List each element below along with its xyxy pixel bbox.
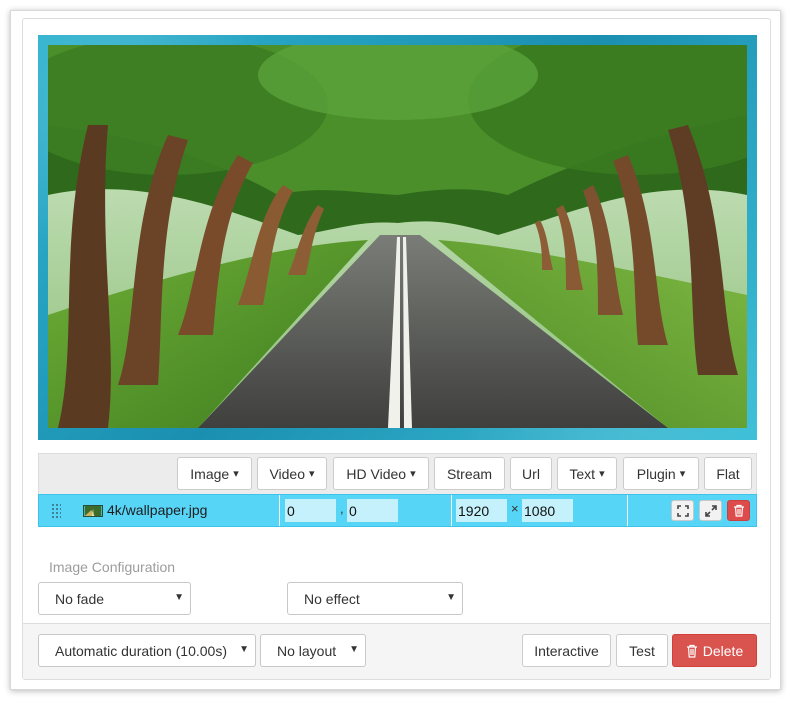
media-type-toolbar: Image ▾ Video ▾ HD Video ▾ Stream Url Te… <box>38 453 757 494</box>
chevron-down-icon: ▾ <box>679 468 686 480</box>
delete-label: Delete <box>702 642 744 659</box>
preview-image <box>48 45 747 428</box>
position-y-input[interactable] <box>347 499 398 522</box>
add-stream-button[interactable]: Stream <box>434 457 505 490</box>
add-flat-label: Flat <box>716 465 740 482</box>
coord-separator: , <box>340 501 344 516</box>
editor-footer: Automatic duration (10.00s) ▼ No layout … <box>23 623 770 679</box>
dropdown-arrow-icon: ▼ <box>174 592 184 603</box>
media-item-row[interactable]: 4k/wallpaper.jpg , × <box>38 494 757 527</box>
fit-button[interactable] <box>671 500 694 521</box>
expand-button[interactable] <box>699 500 722 521</box>
chevron-down-icon: ▾ <box>233 468 239 480</box>
chevron-down-icon: ▾ <box>599 468 605 480</box>
preview-frame <box>38 35 757 440</box>
chevron-down-icon: ▾ <box>410 468 416 480</box>
image-thumbnail-icon <box>83 505 103 517</box>
delete-button[interactable]: Delete <box>672 634 757 667</box>
layout-select-value: No layout <box>277 642 337 659</box>
add-plugin-label: Plugin <box>636 465 676 482</box>
interactive-button[interactable]: Interactive <box>522 634 611 667</box>
media-filename: 4k/wallpaper.jpg <box>107 502 208 518</box>
fit-icon <box>676 504 689 517</box>
add-hd-video-label: HD Video <box>346 465 407 482</box>
trash-icon <box>686 644 697 658</box>
position-x-input[interactable] <box>285 499 336 522</box>
add-text-button[interactable]: Text ▾ <box>557 457 617 490</box>
height-input[interactable] <box>522 499 573 522</box>
add-url-button[interactable]: Url <box>510 457 552 490</box>
drag-handle-icon[interactable] <box>51 503 61 519</box>
dropdown-arrow-icon: ▼ <box>349 644 359 655</box>
add-stream-label: Stream <box>446 465 493 482</box>
interactive-label: Interactive <box>534 642 599 659</box>
remove-item-button[interactable] <box>727 500 750 521</box>
add-plugin-button[interactable]: Plugin ▾ <box>623 457 699 490</box>
window: Image ▾ Video ▾ HD Video ▾ Stream Url Te… <box>10 10 781 690</box>
test-button[interactable]: Test <box>616 634 668 667</box>
size-separator: × <box>511 501 519 516</box>
duration-select-value: Automatic duration (10.00s) <box>55 642 227 659</box>
chevron-down-icon: ▾ <box>309 468 315 480</box>
dropdown-arrow-icon: ▼ <box>239 644 249 655</box>
width-input[interactable] <box>456 499 507 522</box>
duration-select[interactable]: Automatic duration (10.00s) ▼ <box>38 634 256 667</box>
media-editor-panel: Image ▾ Video ▾ HD Video ▾ Stream Url Te… <box>22 18 771 680</box>
trash-icon <box>733 504 744 517</box>
test-label: Test <box>629 642 655 659</box>
effect-select[interactable]: No effect ▼ <box>287 582 463 615</box>
add-image-button[interactable]: Image ▾ <box>177 457 252 490</box>
column-divider <box>627 495 628 526</box>
add-video-label: Video <box>269 465 306 482</box>
fade-select[interactable]: No fade ▼ <box>38 582 191 615</box>
column-divider <box>279 495 280 526</box>
add-text-label: Text <box>569 465 596 482</box>
add-hd-video-button[interactable]: HD Video ▾ <box>333 457 429 490</box>
layout-select[interactable]: No layout ▼ <box>260 634 366 667</box>
expand-icon <box>704 504 717 517</box>
add-image-label: Image <box>190 465 230 482</box>
add-url-label: Url <box>522 465 540 482</box>
dropdown-arrow-icon: ▼ <box>446 592 456 603</box>
fade-select-value: No fade <box>55 590 105 607</box>
effect-select-value: No effect <box>304 590 360 607</box>
column-divider <box>451 495 452 526</box>
add-flat-button[interactable]: Flat <box>704 457 752 490</box>
add-video-button[interactable]: Video ▾ <box>257 457 327 490</box>
image-config-label: Image Configuration <box>49 559 176 575</box>
